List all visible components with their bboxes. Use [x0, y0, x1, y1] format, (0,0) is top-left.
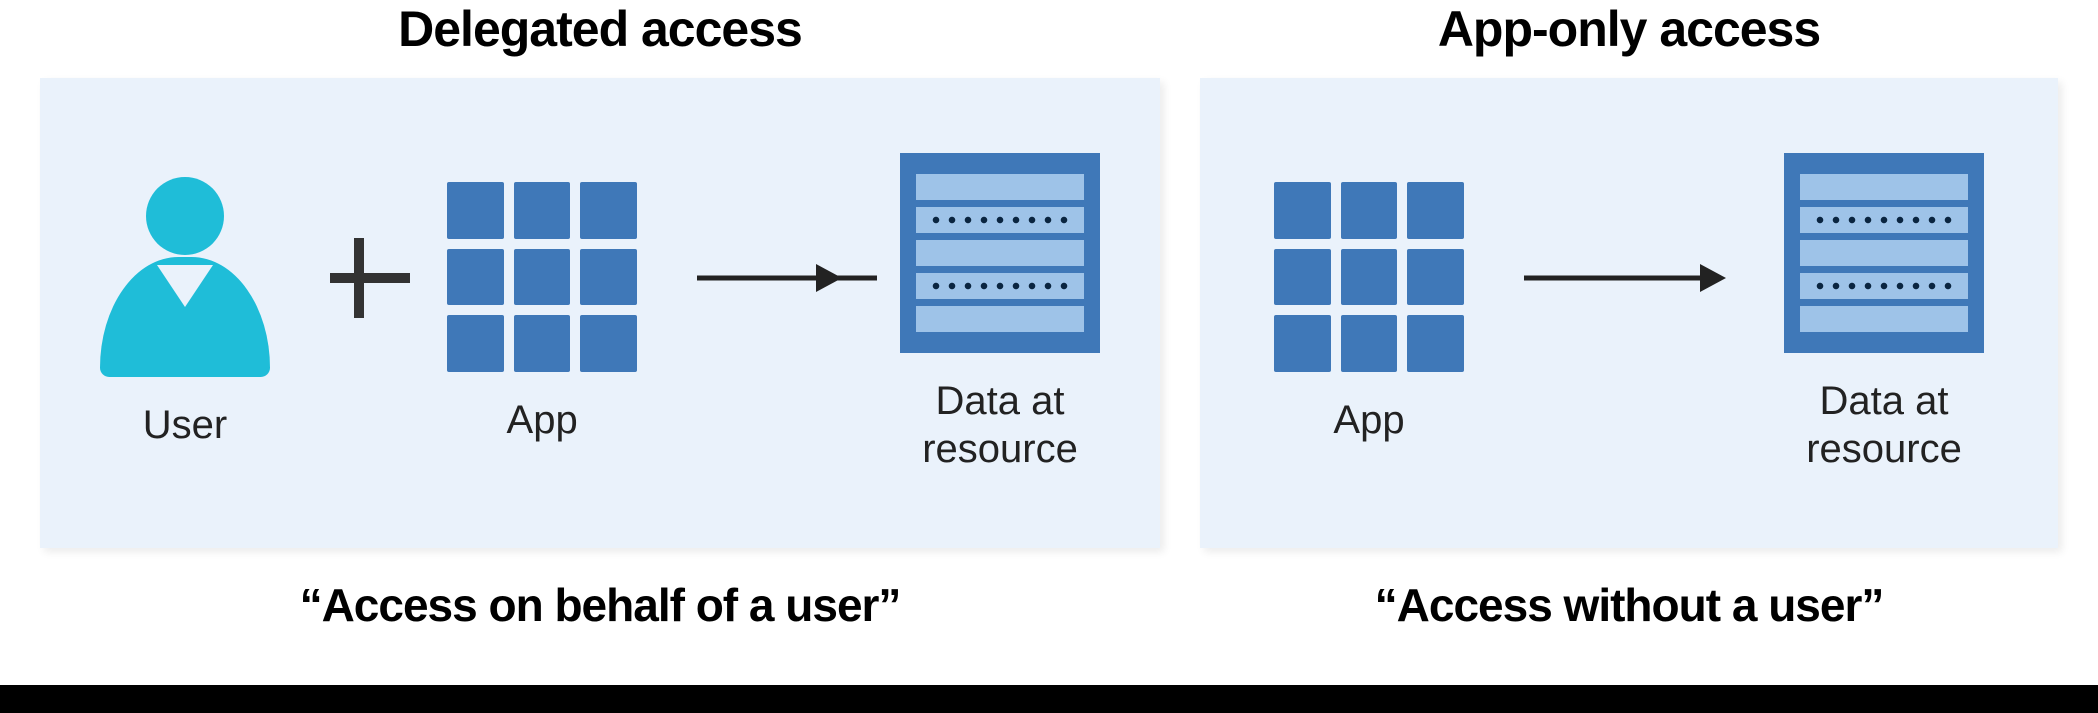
data-label: Data at resource — [1806, 377, 1962, 473]
plus-icon — [330, 238, 387, 318]
data-item: Data at resource — [1784, 153, 1984, 473]
arrow-icon — [1524, 268, 1724, 288]
app-label: App — [507, 396, 578, 444]
data-resource-icon — [900, 153, 1100, 353]
bottom-bar — [0, 685, 2098, 713]
app-only-subtitle: “Access without a user” — [1375, 578, 1884, 632]
app-only-panel: App Data at resource — [1200, 78, 2058, 548]
app-only-column: App-only access App — [1200, 0, 2058, 632]
app-label: App — [1333, 396, 1404, 444]
app-grid-icon — [447, 182, 637, 372]
data-item: Data at resource — [900, 153, 1100, 473]
user-label: User — [143, 401, 227, 449]
delegated-title: Delegated access — [398, 0, 802, 58]
user-item: User — [100, 177, 270, 449]
app-grid-icon — [1274, 182, 1464, 372]
delegated-access-column: Delegated access User App — [40, 0, 1160, 632]
data-resource-icon — [1784, 153, 1984, 353]
delegated-panel: User App — [40, 78, 1160, 548]
app-only-title: App-only access — [1438, 0, 1820, 58]
delegated-subtitle: “Access on behalf of a user” — [300, 578, 901, 632]
app-item: App — [1274, 182, 1464, 444]
arrow-icon — [697, 268, 840, 288]
app-item: App — [447, 182, 637, 444]
user-icon — [100, 177, 270, 377]
data-label: Data at resource — [922, 377, 1078, 473]
